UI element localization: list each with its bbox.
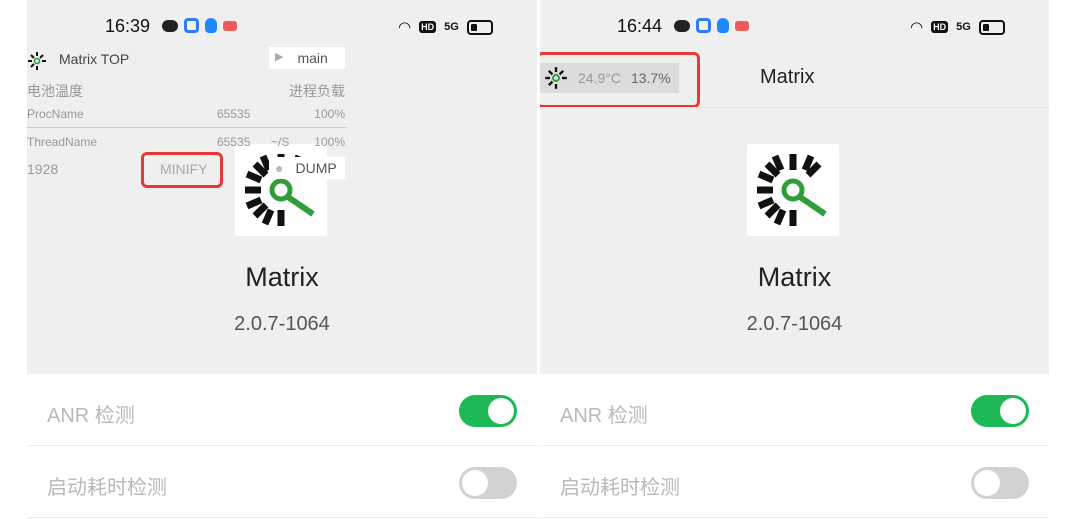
thread-value: 65535 xyxy=(217,135,251,149)
toggle-knob xyxy=(974,470,1000,496)
process-load-label: 进程负载 xyxy=(289,83,345,99)
app-square-icon xyxy=(696,18,711,33)
qq-icon xyxy=(717,18,729,33)
anr-toggle[interactable] xyxy=(971,395,1029,427)
anr-toggle[interactable] xyxy=(459,395,517,427)
proc-percent: 100% xyxy=(314,107,345,121)
proc-value: 65535 xyxy=(217,107,251,121)
play-icon: ▶ xyxy=(275,51,284,63)
setting-row-startup[interactable]: 启动耗时检测 xyxy=(540,447,1049,518)
setting-row-startup[interactable]: 启动耗时检测 xyxy=(27,447,537,518)
left-screenshot: 16:39 ◠ HD 5G Matrix 2.0.7-1064 Matrix T… xyxy=(0,0,537,519)
wifi-icon: ◠ xyxy=(910,19,924,36)
thread-row: ThreadName 65535 ~/S 100% xyxy=(27,135,347,149)
setting-row-anr[interactable]: ANR 检测 xyxy=(27,375,537,446)
signal-icon: 5G xyxy=(956,21,971,33)
overlay-title-row: Matrix TOP ▶ main xyxy=(27,47,347,73)
system-icons: ◠ HD 5G xyxy=(910,18,1005,36)
thread-rate: ~/S xyxy=(271,135,290,149)
right-screenshot: 16:44 ◠ HD 5G 24.9°C 13.7% Matrix Matrix… xyxy=(540,0,1080,519)
setting-label: 启动耗时检测 xyxy=(560,477,680,499)
wifi-icon: ◠ xyxy=(398,19,412,36)
record-dot-icon: ● xyxy=(275,160,284,176)
wechat-icon xyxy=(674,19,690,32)
setting-label: ANR 检测 xyxy=(47,405,135,427)
status-time: 16:39 xyxy=(105,16,151,36)
matrix-logo-icon xyxy=(757,154,827,226)
dump-label: DUMP xyxy=(295,160,337,176)
game-icon xyxy=(735,20,749,31)
status-bar: 16:44 ◠ HD 5G xyxy=(540,10,1080,44)
thread-percent: 100% xyxy=(314,135,345,149)
proc-row: ProcName 65535 100% xyxy=(27,107,347,128)
thread-select-button[interactable]: ▶ main xyxy=(269,47,345,69)
pid-value: 1928 xyxy=(27,161,59,177)
notification-icons xyxy=(162,18,237,33)
app-version: 2.0.7-1064 xyxy=(746,313,843,335)
toggle-knob xyxy=(462,470,488,496)
setting-label: ANR 检测 xyxy=(560,405,648,427)
wechat-icon xyxy=(162,19,178,32)
setting-row-anr[interactable]: ANR 检测 xyxy=(540,375,1049,446)
app-version: 2.0.7-1064 xyxy=(234,313,330,335)
notification-icons xyxy=(674,18,749,33)
chip-highlight xyxy=(540,52,700,108)
header-divider xyxy=(540,107,1049,108)
game-icon xyxy=(223,20,237,31)
startup-toggle[interactable] xyxy=(971,467,1029,499)
hd-icon: HD xyxy=(931,21,949,33)
overlay-title: Matrix TOP xyxy=(59,51,130,67)
header-title: Matrix xyxy=(760,66,815,88)
qq-icon xyxy=(205,18,217,33)
status-time: 16:44 xyxy=(617,16,663,36)
thread-select-label: main xyxy=(297,50,328,66)
battery-temp-label: 电池温度 xyxy=(27,83,83,99)
status-bar: 16:39 ◠ HD 5G xyxy=(0,10,537,44)
matrix-logo-icon xyxy=(28,52,46,70)
app-name: Matrix xyxy=(757,262,832,292)
proc-name: ProcName xyxy=(27,107,84,121)
toggle-knob xyxy=(488,398,514,424)
system-icons: ◠ HD 5G xyxy=(398,18,493,36)
setting-label: 启动耗时检测 xyxy=(47,477,167,499)
battery-icon xyxy=(978,19,1005,35)
app-square-icon xyxy=(184,18,199,33)
overlay-header-row: 电池温度 进程负载 xyxy=(27,81,347,101)
signal-icon: 5G xyxy=(444,21,459,33)
dump-button[interactable]: ● DUMP xyxy=(269,157,345,179)
toggle-knob xyxy=(1000,398,1026,424)
minify-highlight xyxy=(141,152,223,188)
app-logo xyxy=(747,144,839,236)
startup-toggle[interactable] xyxy=(459,467,517,499)
app-name: Matrix xyxy=(245,262,319,292)
thread-name: ThreadName xyxy=(27,135,98,149)
battery-icon xyxy=(466,19,493,35)
hd-icon: HD xyxy=(419,21,437,33)
